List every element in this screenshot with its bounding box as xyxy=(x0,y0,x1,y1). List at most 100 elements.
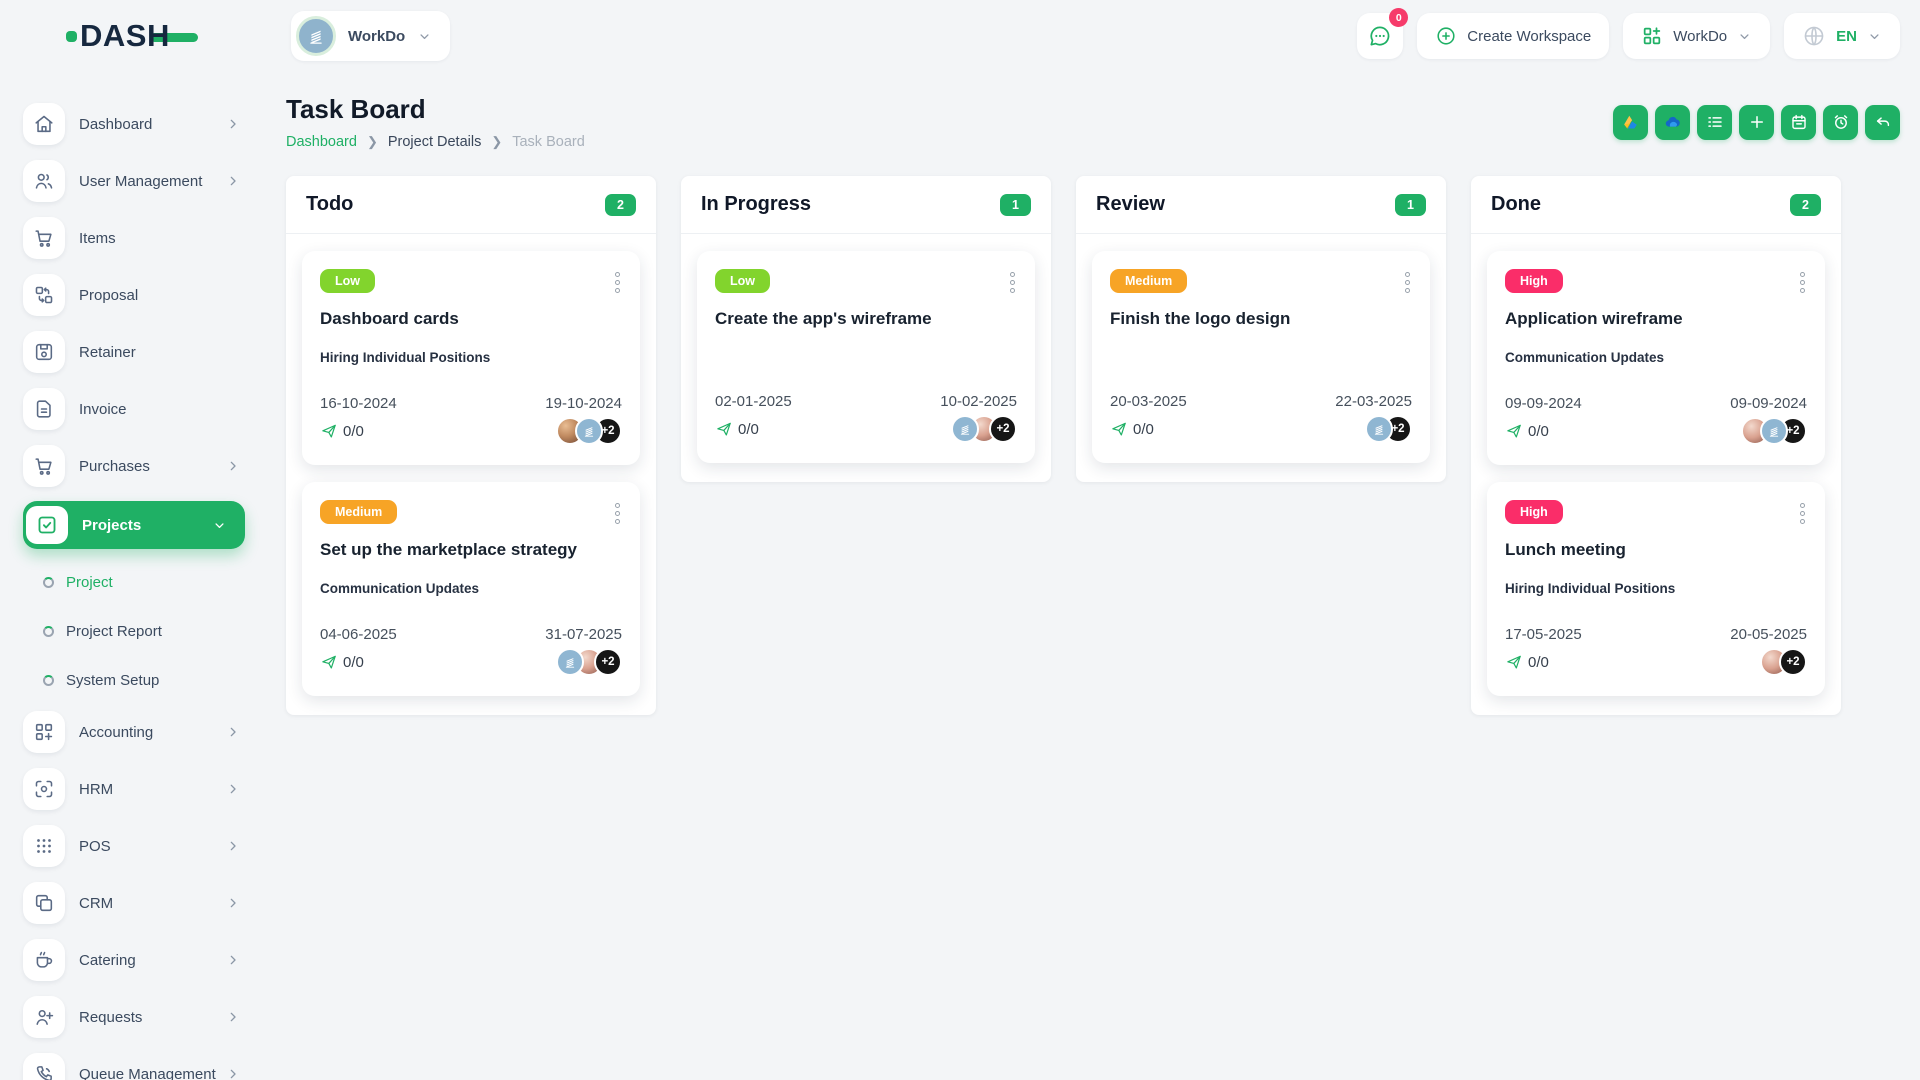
column-cards: Low Create the app's wireframe 02-01-2025 1… xyxy=(681,234,1051,482)
card-menu-icon[interactable] xyxy=(1403,269,1412,296)
send-icon xyxy=(1110,420,1128,438)
chevron-right-icon xyxy=(225,458,241,474)
task-start-date: 02-01-2025 xyxy=(715,393,792,410)
page-title: Task Board xyxy=(286,94,426,124)
sidebar-item-crm[interactable]: CRM xyxy=(23,881,245,925)
chevron-right-icon xyxy=(225,724,241,740)
task-card[interactable]: Medium Set up the marketplace strategy Com… xyxy=(302,482,640,696)
workspace-logo-avatar xyxy=(556,648,584,676)
column-header: In Progress 1 xyxy=(681,176,1051,234)
column-title: Review xyxy=(1096,193,1165,215)
card-menu-icon[interactable] xyxy=(1008,269,1017,296)
list-button[interactable] xyxy=(1697,104,1732,140)
priority-badge: Medium xyxy=(320,500,398,524)
submenu-bullet-icon xyxy=(43,674,54,686)
logo-text: DASH xyxy=(80,18,170,53)
task-progress: 0/0 xyxy=(715,420,759,438)
undo-button[interactable] xyxy=(1865,104,1900,140)
sidebar-subitem-system-setup[interactable]: System Setup xyxy=(43,660,245,700)
breadcrumb-dashboard-link[interactable]: Dashboard xyxy=(286,134,357,150)
workspace-selector[interactable]: WorkDo xyxy=(291,11,451,61)
sidebar-item-projects[interactable]: Projects xyxy=(23,501,245,549)
send-icon xyxy=(1505,653,1523,671)
sidebar-item-dashboard[interactable]: Dashboard xyxy=(23,102,245,146)
create-workspace-label: Create Workspace xyxy=(1467,27,1592,45)
items-icon xyxy=(23,217,65,259)
timer-button[interactable] xyxy=(1823,104,1858,140)
sidebar-item-hrm[interactable]: HRM xyxy=(23,767,245,811)
chevron-right-icon xyxy=(225,952,241,968)
sidebar-item-items[interactable]: Items xyxy=(23,216,245,260)
calendar-icon xyxy=(1790,113,1808,131)
onedrive-button[interactable] xyxy=(1655,104,1690,140)
card-footer: 0/0 +2 xyxy=(715,415,1017,443)
workdo-menu-button[interactable]: WorkDo xyxy=(1623,13,1771,59)
card-menu-icon[interactable] xyxy=(1798,269,1807,296)
menu-dot xyxy=(615,288,620,293)
google-drive-button[interactable] xyxy=(1613,104,1648,140)
sidebar-item-label: Purchases xyxy=(79,457,150,475)
column-header: Todo 2 xyxy=(286,176,656,234)
send-icon xyxy=(320,422,338,440)
column-count-badge: 2 xyxy=(605,193,636,216)
priority-badge: Low xyxy=(715,269,770,293)
chat-icon xyxy=(1367,23,1393,49)
task-card[interactable]: Low Dashboard cards Hiring Individual Posi… xyxy=(302,251,640,465)
task-card[interactable]: High Lunch meeting Hiring Individual Posit… xyxy=(1487,482,1825,696)
messages-count-badge: 0 xyxy=(1389,8,1409,27)
card-menu-icon[interactable] xyxy=(613,269,622,296)
sidebar-item-proposal[interactable]: Proposal xyxy=(23,273,245,317)
sidebar-item-user-management[interactable]: User Management xyxy=(23,159,245,203)
plus-icon xyxy=(1748,113,1766,131)
menu-dot xyxy=(1405,280,1410,285)
task-dates: 20-03-2025 22-03-2025 xyxy=(1110,393,1412,410)
card-top-row: Low xyxy=(715,269,1017,296)
sidebar-subitem-project-report[interactable]: Project Report xyxy=(43,611,245,651)
task-dates: 04-06-2025 31-07-2025 xyxy=(320,626,622,643)
column-title: Todo xyxy=(306,193,354,215)
column-count-badge: 2 xyxy=(1790,193,1821,216)
sidebar-item-queue-management[interactable]: Queue Management xyxy=(23,1052,245,1080)
breadcrumb-project-details-link[interactable]: Project Details xyxy=(388,134,481,150)
task-title: Set up the marketplace strategy xyxy=(320,540,577,559)
sidebar-item-accounting[interactable]: Accounting xyxy=(23,710,245,754)
calendar-button[interactable] xyxy=(1781,104,1816,140)
task-card[interactable]: High Application wireframe Communication U… xyxy=(1487,251,1825,465)
send-icon xyxy=(320,653,338,671)
sidebar-item-label: Accounting xyxy=(79,723,154,741)
language-selector[interactable]: EN xyxy=(1784,13,1900,59)
task-end-date: 31-07-2025 xyxy=(545,626,622,643)
sidebar-item-purchases[interactable]: Purchases xyxy=(23,444,245,488)
task-title: Finish the logo design xyxy=(1110,309,1291,328)
menu-dot xyxy=(1800,519,1805,524)
send-icon xyxy=(1505,422,1523,440)
task-card[interactable]: Low Create the app's wireframe 02-01-2025 1… xyxy=(697,251,1035,463)
sidebar-item-pos[interactable]: POS xyxy=(23,824,245,868)
sidebar-item-requests[interactable]: Requests xyxy=(23,995,245,1039)
column-cards: Medium Finish the logo design 20-03-2025 22… xyxy=(1076,234,1446,482)
workdo-menu-label: WorkDo xyxy=(1673,27,1728,45)
create-workspace-button[interactable]: Create Workspace xyxy=(1417,13,1610,59)
task-progress: 0/0 xyxy=(1110,420,1154,438)
task-start-date: 17-05-2025 xyxy=(1505,626,1582,643)
chevron-down-icon xyxy=(417,29,432,44)
topbar-actions: 0 Create Workspace WorkDo EN xyxy=(1357,8,1900,59)
home-icon xyxy=(23,103,65,145)
workspace-logo-avatar xyxy=(575,417,603,445)
card-menu-icon[interactable] xyxy=(613,500,622,527)
grid-plus-icon xyxy=(1641,25,1663,47)
messages-button[interactable]: 0 xyxy=(1357,8,1409,59)
task-card[interactable]: Medium Finish the logo design 20-03-2025 22… xyxy=(1092,251,1430,463)
catering-icon xyxy=(23,939,65,981)
avatar-overflow-badge: +2 xyxy=(1779,648,1807,676)
sidebar-item-invoice[interactable]: Invoice xyxy=(23,387,245,431)
app-logo[interactable]: DASH xyxy=(0,18,260,54)
plus-button[interactable] xyxy=(1739,104,1774,140)
sidebar-subitem-project[interactable]: Project xyxy=(43,562,245,602)
logo-dot xyxy=(66,30,77,42)
column-cards: Low Dashboard cards Hiring Individual Posi… xyxy=(286,234,656,715)
card-menu-icon[interactable] xyxy=(1798,500,1807,527)
purchases-icon xyxy=(23,445,65,487)
sidebar-item-retainer[interactable]: Retainer xyxy=(23,330,245,374)
sidebar-item-catering[interactable]: Catering xyxy=(23,938,245,982)
